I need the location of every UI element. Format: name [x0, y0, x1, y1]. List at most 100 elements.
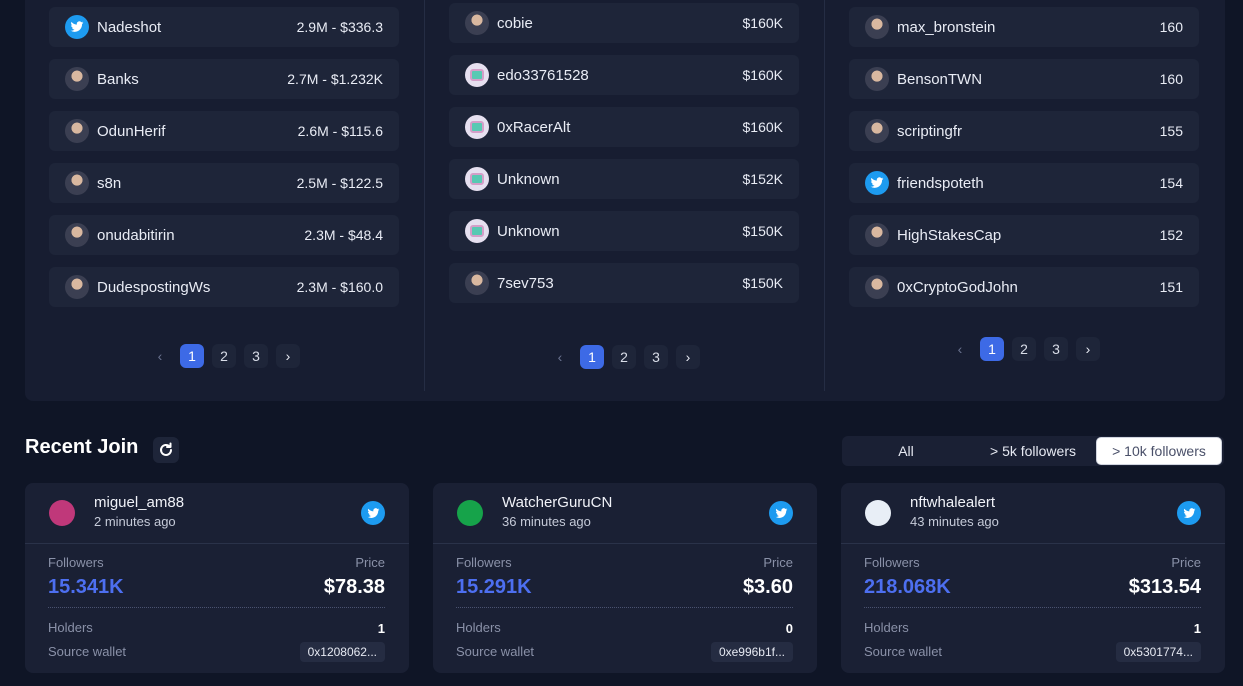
leaderboard-value: 152	[1159, 227, 1183, 243]
leaderboard-value: $152K	[742, 171, 783, 187]
refresh-button[interactable]	[153, 437, 179, 463]
column-divider	[424, 0, 425, 391]
join-time: 43 minutes ago	[910, 514, 999, 529]
recent-join-card[interactable]: nftwhalealert 43 minutes ago Followers Pric…	[841, 483, 1225, 673]
page-1-button[interactable]: 1	[180, 344, 204, 368]
dotted-divider	[456, 607, 793, 608]
avatar	[49, 500, 75, 526]
leaderboard-value: 2.5M - $122.5	[296, 175, 383, 191]
leaderboard-row[interactable]: edo33761528 $160K	[449, 55, 799, 95]
page-3-button[interactable]: 3	[644, 345, 668, 369]
leaderboard-row[interactable]: 0xCryptoGodJohn 151	[849, 267, 1199, 307]
next-page-button[interactable]: ›	[276, 344, 300, 368]
page-2-button[interactable]: 2	[612, 345, 636, 369]
twitter-icon	[65, 15, 89, 39]
source-wallet-address[interactable]: 0x1208062...	[299, 642, 385, 662]
leaderboard-row[interactable]: OdunHerif 2.6M - $115.6	[49, 111, 399, 151]
page-1-button[interactable]: 1	[980, 337, 1004, 361]
source-wallet-label: Source wallet	[864, 644, 943, 659]
pager-col-1: ‹ 1 2 3 ›	[148, 344, 300, 368]
holders-value: 1	[1193, 621, 1201, 636]
leaderboard-row[interactable]: max_bronstein 160	[849, 7, 1199, 47]
source-wallet-label: Source wallet	[48, 644, 127, 659]
leaderboard-name: scriptingfr	[897, 122, 963, 140]
leaderboard-value: 155	[1159, 123, 1183, 139]
followers-label: Followers	[456, 555, 512, 570]
filter-10k[interactable]: > 10k followers	[1096, 437, 1222, 465]
page-3-button[interactable]: 3	[1044, 337, 1068, 361]
leaderboard-row[interactable]: s8n 2.5M - $122.5	[49, 163, 399, 203]
page-1-button[interactable]: 1	[580, 345, 604, 369]
divider	[841, 543, 1225, 544]
prev-page-button[interactable]: ‹	[148, 344, 172, 368]
filter-5k[interactable]: > 5k followers	[970, 437, 1096, 465]
user-name: WatcherGuruCN	[502, 494, 613, 511]
leaderboard-row[interactable]: scriptingfr 155	[849, 111, 1199, 151]
twitter-icon[interactable]	[769, 501, 793, 525]
leaderboard-row[interactable]: friendspoteth 154	[849, 163, 1199, 203]
followers-value: 218.068K	[864, 576, 951, 598]
price-label: Price	[1171, 555, 1201, 570]
column-divider	[824, 0, 825, 391]
join-time: 2 minutes ago	[94, 514, 176, 529]
recent-join-card[interactable]: WatcherGuruCN 36 minutes ago Followers Pric…	[433, 483, 817, 673]
pager-col-3: ‹ 1 2 3 ›	[948, 337, 1100, 361]
leaderboard-row[interactable]: BensonTWN 160	[849, 59, 1199, 99]
page-2-button[interactable]: 2	[1012, 337, 1036, 361]
price-label: Price	[763, 555, 793, 570]
source-wallet-address[interactable]: 0x5301774...	[1115, 642, 1201, 662]
avatar	[865, 67, 889, 91]
leaderboard-row[interactable]: DudespostingWs 2.3M - $160.0	[49, 267, 399, 307]
dotted-divider	[48, 607, 385, 608]
holders-label: Holders	[48, 620, 93, 635]
user-name: nftwhalealert	[910, 494, 996, 511]
followers-label: Followers	[864, 555, 920, 570]
default-avatar	[465, 115, 489, 139]
holders-label: Holders	[456, 620, 501, 635]
leaderboard-value: 154	[1159, 175, 1183, 191]
avatar	[65, 119, 89, 143]
followers-value: 15.291K	[456, 576, 532, 598]
leaderboard-row[interactable]: HighStakesCap 152	[849, 215, 1199, 255]
leaderboard-value: 151	[1159, 279, 1183, 295]
twitter-icon[interactable]	[361, 501, 385, 525]
leaderboard-row[interactable]: cobie $160K	[449, 3, 799, 43]
section-title: Recent Join	[25, 436, 139, 458]
leaderboard-row[interactable]: 7sev753 $150K	[449, 263, 799, 303]
source-wallet-address[interactable]: 0xe996b1f...	[710, 642, 793, 662]
default-avatar	[465, 63, 489, 87]
recent-join-card[interactable]: miguel_am88 2 minutes ago Followers Price 15…	[25, 483, 409, 673]
avatar	[465, 271, 489, 295]
dotted-divider	[864, 607, 1201, 608]
leaderboard-name: friendspoteth	[897, 174, 984, 192]
prev-page-button[interactable]: ‹	[548, 345, 572, 369]
avatar	[65, 223, 89, 247]
default-avatar	[465, 219, 489, 243]
leaderboard-name: edo33761528	[497, 66, 589, 84]
leaderboard-name: Banks	[97, 70, 139, 88]
prev-page-button[interactable]: ‹	[948, 337, 972, 361]
holders-value: 1	[377, 621, 385, 636]
filter-all[interactable]: All	[842, 437, 970, 465]
avatar	[65, 171, 89, 195]
leaderboard-value: 160	[1159, 71, 1183, 87]
next-page-button[interactable]: ›	[676, 345, 700, 369]
leaderboard-row[interactable]: Unknown $152K	[449, 159, 799, 199]
price-value: $3.60	[742, 576, 793, 598]
leaderboard-row[interactable]: Nadeshot 2.9M - $336.3	[49, 7, 399, 47]
leaderboard-row[interactable]: onudabitirin 2.3M - $48.4	[49, 215, 399, 255]
leaderboard-name: max_bronstein	[897, 18, 996, 36]
leaderboard-name: Nadeshot	[97, 18, 162, 36]
avatar	[865, 275, 889, 299]
avatar	[65, 67, 89, 91]
leaderboard-row[interactable]: Unknown $150K	[449, 211, 799, 251]
leaderboard-row[interactable]: Banks 2.7M - $1.232K	[49, 59, 399, 99]
twitter-icon[interactable]	[1177, 501, 1201, 525]
next-page-button[interactable]: ›	[1076, 337, 1100, 361]
page-3-button[interactable]: 3	[244, 344, 268, 368]
avatar	[457, 500, 483, 526]
price-value: $313.54	[1128, 576, 1201, 598]
leaderboard-row[interactable]: 0xRacerAlt $160K	[449, 107, 799, 147]
page-2-button[interactable]: 2	[212, 344, 236, 368]
avatar	[865, 223, 889, 247]
